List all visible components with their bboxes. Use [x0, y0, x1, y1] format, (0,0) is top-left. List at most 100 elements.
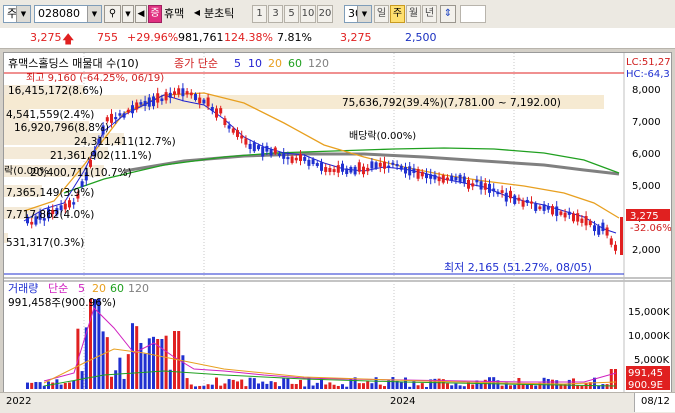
candle-body: [404, 166, 407, 174]
legend-ma10: 10: [248, 57, 262, 70]
candle-body: [395, 164, 399, 167]
period-button-5[interactable]: 5: [284, 5, 299, 23]
candle-body: [143, 100, 147, 106]
candle-body: [261, 146, 265, 157]
candle-body: [152, 96, 155, 107]
market-badge-text: 증: [150, 8, 160, 19]
chevron-down-icon[interactable]: ▼: [357, 6, 371, 22]
candle-body: [609, 238, 613, 245]
candle-body: [496, 191, 500, 195]
volume-bar: [122, 378, 126, 389]
previous-stock-button[interactable]: ◀: [135, 5, 147, 23]
period-3-label: 3: [272, 8, 279, 19]
day-button[interactable]: 일: [374, 5, 389, 23]
candle-body: [265, 145, 269, 152]
volume-bar: [34, 382, 38, 389]
up-arrow-icon: 🡅: [62, 32, 75, 46]
vol-tick-5000k: 5,000K: [634, 355, 670, 366]
period-select[interactable]: 30 ▼: [344, 5, 372, 23]
candle-body: [223, 118, 227, 126]
volume-bar: [324, 384, 328, 389]
chart-area[interactable]: 휴맥스홀딩스 매물대 수(10) 종가 단순 5 10 20 60 120 최고…: [3, 52, 672, 394]
volume-legend-name: 거래량: [8, 282, 38, 295]
volume-bar: [332, 384, 336, 389]
candle-body: [177, 88, 181, 95]
volume-bar: [72, 380, 76, 389]
volume-bar: [425, 386, 428, 389]
volume: 981,761: [178, 31, 224, 44]
chevron-left-icon: ◀: [193, 8, 201, 17]
candle-body: [332, 169, 336, 172]
month-button[interactable]: 월: [406, 5, 421, 23]
period-type-label[interactable]: 분초틱: [204, 5, 234, 23]
candle-body: [286, 157, 290, 160]
legend-ma20: 20: [268, 57, 282, 70]
price-volume-chart[interactable]: 휴맥스홀딩스 매물대 수(10) 종가 단순 5 10 20 60 120 최고…: [4, 53, 672, 393]
candle-body: [341, 163, 344, 172]
period-button-1[interactable]: 1: [252, 5, 267, 23]
candle-body: [416, 169, 420, 179]
candle-body: [156, 93, 160, 103]
candle-body: [194, 93, 197, 101]
week-button[interactable]: 주: [390, 5, 405, 23]
candle-body: [122, 113, 126, 118]
volume-bar: [303, 386, 307, 389]
candle-body: [189, 92, 193, 96]
volume-bar: [118, 357, 122, 389]
candle-body: [278, 153, 281, 156]
candle-body: [467, 179, 470, 189]
up-down-arrow-icon: ⇕: [443, 8, 453, 19]
candle-body: [408, 166, 412, 176]
volume-bar: [341, 384, 344, 389]
volume-bar: [223, 383, 227, 389]
candle-body: [210, 107, 214, 111]
search-button[interactable]: ⚲: [104, 5, 121, 23]
volume-bar: [525, 384, 529, 389]
blank-input[interactable]: [460, 5, 486, 23]
volume-bar: [370, 383, 374, 389]
search-icon: ⚲: [108, 8, 117, 19]
x-axis-bar[interactable]: 2022 2024 08/12: [0, 392, 675, 413]
prev-period-button[interactable]: ◀: [192, 5, 202, 23]
volume-ratio: 124.38%: [224, 31, 273, 44]
candle-body: [227, 125, 231, 129]
stock-name: 휴맥: [164, 7, 185, 20]
chevron-down-icon[interactable]: ▼: [87, 6, 101, 22]
period-button-3[interactable]: 3: [268, 5, 283, 23]
candle-body: [273, 147, 277, 154]
candle-body: [299, 154, 302, 161]
chevron-down-icon[interactable]: ▼: [16, 6, 30, 22]
candle-body: [357, 162, 361, 172]
volume-bar: [378, 384, 382, 389]
candle-body: [559, 211, 563, 215]
volume-bar: [580, 386, 584, 389]
candle-body: [135, 102, 139, 110]
vol-tick-10000k: 10,000K: [628, 331, 670, 342]
dividend-annotation: 배당락(0.00%): [349, 130, 416, 142]
volume-bar: [282, 378, 286, 389]
period-button-20[interactable]: 20: [317, 5, 333, 23]
volume-bar: [471, 384, 475, 389]
stock-code-input[interactable]: 028080 ▼: [34, 5, 102, 23]
date-box-text: 08/12: [641, 396, 670, 407]
period-button-10[interactable]: 10: [300, 5, 316, 23]
scroll-updown-button[interactable]: ⇕: [440, 5, 456, 23]
candle-body: [563, 212, 567, 218]
market-select[interactable]: 주 ▼: [3, 5, 31, 23]
volume-bar: [173, 331, 176, 389]
candle-body: [412, 168, 416, 174]
volume-bar: [231, 379, 235, 389]
volume-bar: [311, 385, 315, 389]
candle-body: [353, 166, 357, 175]
candle-body: [362, 166, 365, 175]
volume-bar: [257, 383, 260, 389]
price-secondary: 3,275: [340, 31, 372, 44]
dropdown-button[interactable]: ▼: [122, 5, 134, 23]
toolbar: 주 ▼ 028080 ▼ ⚲ ▼ ◀ 증 휴맥 ◀ 분초틱 1 3 5 10 20 …: [0, 0, 675, 29]
volume-bar: [248, 377, 252, 389]
volume-bar: [240, 379, 244, 389]
vp-label-4: 24,311,411(12.7%): [74, 136, 176, 148]
candle-body: [349, 166, 353, 173]
candle-body: [500, 190, 504, 193]
year-button[interactable]: 년: [422, 5, 437, 23]
